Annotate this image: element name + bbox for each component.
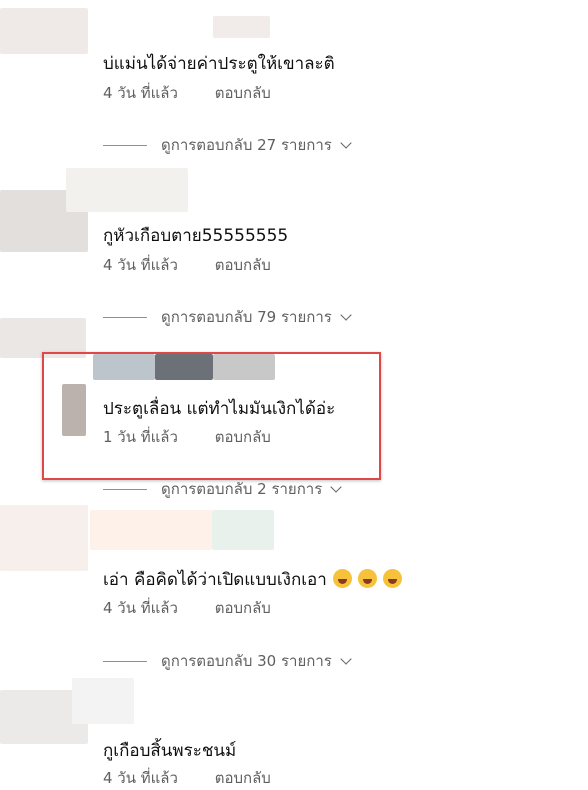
- redacted-name-part: [213, 354, 275, 380]
- redacted-name: [213, 16, 270, 38]
- comment-meta: 4 วัน ที่แล้ว ตอบกลับ: [103, 766, 271, 790]
- comment-text: กูเกือบสิ้นพระชนม์: [103, 741, 237, 761]
- chevron-down-icon: [340, 652, 352, 665]
- comment-time: 4 วัน ที่แล้ว: [103, 256, 178, 274]
- comment-text: ประตูเลื่อน แต่ทำไมมันเงิกได้อ่ะ: [103, 399, 336, 419]
- redacted-avatar: [62, 384, 86, 436]
- comment-meta: 4 วัน ที่แล้ว ตอบกลับ: [103, 81, 271, 105]
- redacted-name: [212, 510, 274, 550]
- reply-button[interactable]: ตอบกลับ: [215, 253, 271, 277]
- divider-line: [103, 144, 147, 146]
- comment-text-body: เอ่า คือคิดได้ว่าเปิดแบบเงิกเอา: [103, 570, 327, 590]
- laughing-emoji-icon: [332, 569, 352, 588]
- laughing-emoji-icon: [357, 569, 377, 588]
- reply-button[interactable]: ตอบกลับ: [215, 425, 271, 449]
- chevron-down-icon: [330, 480, 342, 493]
- divider-line: [103, 316, 147, 318]
- comment-text: กูหัวเกือบตาย55555555: [103, 226, 289, 246]
- redacted-name: [72, 678, 134, 724]
- redacted-avatar: [0, 505, 88, 571]
- redacted-name-part: [155, 354, 213, 380]
- view-replies-button[interactable]: ดูการตอบกลับ 30 รายการ: [103, 649, 352, 673]
- reply-button[interactable]: ตอบกลับ: [215, 766, 271, 790]
- comment-meta: 4 วัน ที่แล้ว ตอบกลับ: [103, 253, 271, 277]
- redacted-name: [66, 168, 188, 212]
- view-replies-label: ดูการตอบกลับ 30 รายการ: [161, 652, 332, 670]
- view-replies-button[interactable]: ดูการตอบกลับ 2 รายการ: [103, 477, 342, 501]
- view-replies-label: ดูการตอบกลับ 27 รายการ: [161, 136, 332, 154]
- laughing-emoji-icon: [382, 569, 402, 588]
- reply-button[interactable]: ตอบกลับ: [215, 81, 271, 105]
- view-replies-label: ดูการตอบกลับ 79 รายการ: [161, 308, 332, 326]
- view-replies-button[interactable]: ดูการตอบกลับ 79 รายการ: [103, 305, 352, 329]
- comment-time: 4 วัน ที่แล้ว: [103, 769, 178, 787]
- view-replies-label: ดูการตอบกลับ 2 รายการ: [161, 480, 323, 498]
- chevron-down-icon: [340, 136, 352, 149]
- chevron-down-icon: [340, 308, 352, 321]
- view-replies-button[interactable]: ดูการตอบกลับ 27 รายการ: [103, 133, 352, 157]
- redacted-avatar: [0, 318, 86, 358]
- comment-meta: 4 วัน ที่แล้ว ตอบกลับ: [103, 596, 271, 620]
- divider-line: [103, 660, 147, 662]
- comment-text: เอ่า คือคิดได้ว่าเปิดแบบเงิกเอา: [103, 566, 402, 593]
- redacted-avatar: [0, 8, 88, 54]
- redacted-name: [90, 510, 212, 550]
- comment-meta: 1 วัน ที่แล้ว ตอบกลับ: [103, 425, 271, 449]
- reply-button[interactable]: ตอบกลับ: [215, 596, 271, 620]
- redacted-name-part: [93, 354, 155, 380]
- divider-line: [103, 488, 147, 490]
- comment-time: 4 วัน ที่แล้ว: [103, 599, 178, 617]
- comment-text: บ่แม่นได้จ่ายค่าประตูให้เขาละติ: [103, 54, 335, 74]
- comment-time: 1 วัน ที่แล้ว: [103, 428, 178, 446]
- comment-time: 4 วัน ที่แล้ว: [103, 84, 178, 102]
